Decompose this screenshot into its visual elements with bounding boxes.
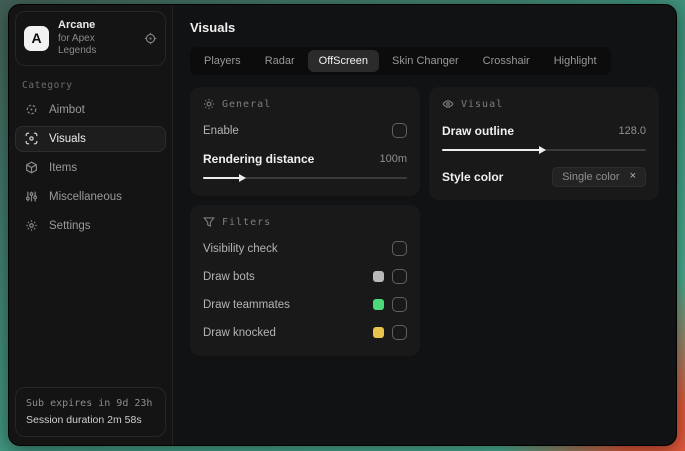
sidebar-item-settings[interactable]: Settings (15, 213, 166, 239)
tab-radar[interactable]: Radar (254, 50, 306, 72)
rendering-distance-row: Rendering distance 100m (203, 148, 407, 169)
app-logo: A (24, 25, 49, 51)
box-icon (25, 161, 38, 174)
draw-outline-slider[interactable] (442, 145, 646, 155)
rendering-distance-label: Rendering distance (203, 151, 315, 166)
filters-panel-title: Filters (222, 216, 272, 228)
visibility-check-row: Visibility check (203, 238, 407, 259)
sidebar-item-label: Items (49, 161, 78, 174)
draw-outline-label: Draw outline (442, 123, 515, 138)
rendering-distance-value: 100m (379, 152, 407, 165)
sidebar: A Arcane for Apex Legends Category Aimbo… (9, 5, 173, 445)
draw-bots-checkbox[interactable] (392, 269, 407, 284)
sidebar-nav: Aimbot Visuals Items Miscellaneous Setti… (15, 97, 166, 239)
eye-scan-icon (25, 132, 38, 145)
sidebar-item-label: Miscellaneous (49, 190, 122, 203)
visibility-check-label: Visibility check (203, 242, 278, 255)
enable-checkbox[interactable] (392, 123, 407, 138)
draw-outline-row: Draw outline 128.0 (442, 120, 646, 141)
tab-offscreen[interactable]: OffScreen (307, 50, 379, 72)
draw-bots-row: Draw bots (203, 266, 407, 287)
session-duration-text: Session duration 2m 58s (26, 413, 142, 426)
clear-icon[interactable]: × (630, 171, 636, 182)
draw-knocked-checkbox[interactable] (392, 325, 407, 340)
sidebar-item-items[interactable]: Items (15, 155, 166, 181)
draw-teammates-checkbox[interactable] (392, 297, 407, 312)
draw-bots-label: Draw bots (203, 270, 255, 283)
sliders-icon (25, 190, 38, 203)
general-panel-title: General (222, 98, 272, 110)
tab-highlight[interactable]: Highlight (543, 50, 608, 72)
slider-thumb[interactable] (539, 146, 546, 154)
style-color-select[interactable]: Single color × (552, 166, 646, 187)
enable-label: Enable (203, 124, 239, 137)
app-window: A Arcane for Apex Legends Category Aimbo… (8, 4, 677, 446)
tab-skin-changer[interactable]: Skin Changer (381, 50, 470, 72)
draw-outline-value: 128.0 (618, 124, 646, 137)
draw-knocked-color-swatch[interactable] (373, 327, 384, 338)
funnel-icon (203, 216, 215, 228)
draw-knocked-label: Draw knocked (203, 326, 276, 339)
sidebar-item-label: Aimbot (49, 103, 85, 116)
style-color-value: Single color (562, 170, 620, 183)
tab-bar: Players Radar OffScreen Skin Changer Cro… (190, 47, 611, 75)
sidebar-item-aimbot[interactable]: Aimbot (15, 97, 166, 123)
sub-expires-text: Sub expires in 9d 23h (26, 398, 153, 410)
tab-crosshair[interactable]: Crosshair (472, 50, 541, 72)
app-name: Arcane (58, 19, 96, 31)
draw-teammates-label: Draw teammates (203, 298, 290, 311)
eye-icon (442, 98, 454, 110)
crosshair-icon (25, 103, 38, 116)
gear-icon (25, 219, 38, 232)
draw-teammates-color-swatch[interactable] (373, 299, 384, 310)
rendering-distance-slider[interactable] (203, 173, 407, 183)
app-subtitle: for Apex Legends (58, 32, 97, 57)
style-color-row: Style color Single color × (442, 166, 646, 187)
sidebar-item-label: Visuals (49, 132, 86, 145)
draw-teammates-row: Draw teammates (203, 294, 407, 315)
visual-panel: Visual Draw outline 128.0 Style color Si… (429, 87, 659, 200)
visual-panel-title: Visual (461, 98, 504, 110)
slider-thumb[interactable] (238, 174, 246, 182)
main-content: Visuals Players Radar OffScreen Skin Cha… (173, 5, 676, 445)
sidebar-item-visuals[interactable]: Visuals (15, 125, 166, 152)
panel-grid: General Enable Rendering distance 100m F… (190, 87, 659, 356)
filters-panel: Filters Visibility check Draw bots Draw … (190, 205, 420, 356)
enable-row: Enable (203, 120, 407, 141)
tab-players[interactable]: Players (193, 50, 252, 72)
subscription-info: Sub expires in 9d 23h Session duration 2… (15, 387, 166, 437)
sidebar-item-label: Settings (49, 219, 91, 232)
sidebar-item-miscellaneous[interactable]: Miscellaneous (15, 184, 166, 210)
page-title: Visuals (190, 20, 236, 35)
brand-header: A Arcane for Apex Legends (15, 11, 166, 66)
category-label: Category (22, 79, 73, 91)
visibility-check-checkbox[interactable] (392, 241, 407, 256)
style-color-label: Style color (442, 169, 504, 184)
draw-knocked-row: Draw knocked (203, 322, 407, 343)
target-icon[interactable] (144, 32, 157, 45)
general-panel: General Enable Rendering distance 100m (190, 87, 420, 196)
draw-bots-color-swatch[interactable] (373, 271, 384, 282)
sun-icon (203, 98, 215, 110)
